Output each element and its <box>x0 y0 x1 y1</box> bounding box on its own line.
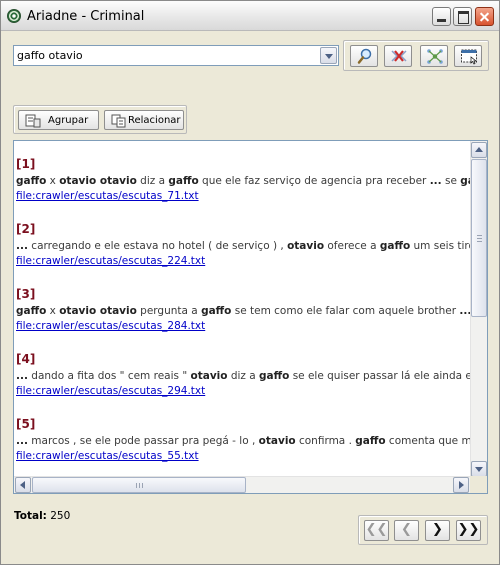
pager: ❮❮ ❮ ❯ ❯❯ <box>358 515 488 545</box>
result-number: [2] <box>16 222 36 236</box>
results-list: [1] gaffo x otavio otavio diz a gaffo que… <box>16 143 470 476</box>
total-label: Total: <box>14 510 47 522</box>
snippet-text: x <box>46 305 60 317</box>
highlighted-term: ... <box>459 305 470 317</box>
scroll-left-icon[interactable] <box>15 477 31 493</box>
result-file-link[interactable]: file:crawler/escutas/escutas_294.txt <box>16 385 470 397</box>
results-panel[interactable]: [1] gaffo x otavio otavio diz a gaffo que… <box>13 140 488 494</box>
total-value: 250 <box>50 510 71 522</box>
result-item: [3] gaffo x otavio otavio pergunta a gaff… <box>16 287 470 332</box>
relate-icon <box>111 114 126 128</box>
group-icon <box>25 114 41 128</box>
highlighted-term: otavio <box>287 240 325 252</box>
clear-button[interactable] <box>384 45 412 67</box>
app-window: Ariadne - Criminal gaffo otavio Agrupar … <box>0 0 500 565</box>
highlighted-term: gaffo <box>355 435 386 447</box>
snippet-text: marcos , se ele pode passar pra pegá - l… <box>27 435 259 447</box>
result-item: [1] gaffo x otavio otavio diz a gaffo que… <box>16 157 470 202</box>
action-toolbar: Agrupar Relacionar <box>13 105 187 134</box>
snippet-text: se ele quiser passar lá ele ainda está <box>289 370 470 382</box>
snippet-text: diz a <box>227 370 260 382</box>
highlighted-term: gaffo <box>379 240 411 252</box>
first-page-button[interactable]: ❮❮ <box>364 520 389 541</box>
highlighted-term: gaffo <box>168 175 199 187</box>
window-title: Ariadne - Criminal <box>27 9 145 24</box>
result-snippet: gaffo x otavio otavio pergunta a gaffo s… <box>16 305 470 317</box>
highlighted-term: ... <box>16 240 28 252</box>
scroll-up-icon[interactable] <box>471 142 487 158</box>
relate-button-label: Relacionar <box>128 115 181 126</box>
highlighted-term: gaffo <box>259 370 290 382</box>
highlighted-term: otavio otavio <box>59 175 137 187</box>
highlighted-term: otavio <box>258 435 296 447</box>
result-item: [4]... dando a fita dos " cem reais " ot… <box>16 352 470 397</box>
result-item: [2]... carregando e ele estava no hotel … <box>16 222 470 267</box>
expand-graph-button[interactable] <box>420 45 448 67</box>
expand-graph-icon <box>427 49 443 64</box>
horizontal-scroll-thumb[interactable] <box>32 477 246 493</box>
result-snippet: ... carregando e ele estava no hotel ( d… <box>16 240 470 252</box>
snippet-text: dando a fita dos " cem reais " <box>27 370 191 382</box>
result-number: [4] <box>16 352 36 366</box>
previous-page-button[interactable]: ❮ <box>394 520 419 541</box>
maximize-button[interactable] <box>453 7 472 26</box>
snippet-text: carregando e ele estava no hotel ( de se… <box>27 240 288 252</box>
title-bar[interactable]: Ariadne - Criminal <box>1 1 499 31</box>
result-number: [1] <box>16 157 36 171</box>
chevron-down-icon[interactable] <box>320 47 337 64</box>
snippet-text: que ele faz serviço de agencia pra receb… <box>198 175 430 187</box>
magnifier-icon <box>357 48 372 64</box>
horizontal-scrollbar[interactable] <box>14 476 470 493</box>
search-combo[interactable]: gaffo otavio <box>13 45 339 66</box>
result-file-link[interactable]: file:crawler/escutas/escutas_224.txt <box>16 255 470 267</box>
result-file-link[interactable]: file:crawler/escutas/escutas_71.txt <box>16 190 470 202</box>
snippet-text: oferece a <box>324 240 380 252</box>
scroll-right-icon[interactable] <box>453 477 469 493</box>
snippet-text: pergunta a <box>136 305 202 317</box>
window-select-button[interactable] <box>454 45 482 67</box>
result-snippet: ... dando a fita dos " cem reais " otavi… <box>16 370 470 382</box>
app-logo-icon <box>7 9 21 23</box>
next-page-button[interactable]: ❯ <box>425 520 450 541</box>
vertical-scrollbar[interactable] <box>470 141 487 478</box>
snippet-text: x <box>46 175 60 187</box>
highlighted-term: gaffo <box>460 175 470 187</box>
scroll-corner <box>470 476 487 493</box>
result-number: [5] <box>16 417 36 431</box>
highlighted-term: otavio <box>190 370 228 382</box>
search-input[interactable]: gaffo otavio <box>17 49 83 62</box>
relate-button[interactable]: Relacionar <box>104 110 184 130</box>
result-snippet: ... marcos , se ele pode passar pra pegá… <box>16 435 470 447</box>
minimize-button[interactable] <box>432 7 451 26</box>
search-button[interactable] <box>350 45 378 67</box>
window-select-icon <box>461 49 477 65</box>
snippet-text: um seis tiros ( arma <box>413 240 470 252</box>
scroll-down-icon[interactable] <box>471 461 487 477</box>
highlighted-term: gaffo <box>201 305 232 317</box>
highlighted-term: gaffo <box>16 175 47 187</box>
result-snippet: gaffo x otavio otavio diz a gaffo que el… <box>16 175 470 187</box>
highlighted-term: ... <box>16 370 28 382</box>
highlighted-term: otavio otavio <box>59 305 137 317</box>
last-page-button[interactable]: ❯❯ <box>456 520 481 541</box>
snippet-text: se <box>441 175 461 187</box>
snippet-text: se tem como ele falar com aquele brother <box>231 305 460 317</box>
snippet-text: comenta que marcos o e <box>388 435 470 447</box>
snippet-text: confirma . <box>295 435 356 447</box>
clear-filter-icon <box>391 50 407 62</box>
result-file-link[interactable]: file:crawler/escutas/escutas_55.txt <box>16 450 470 462</box>
highlighted-term: ... <box>16 435 28 447</box>
group-button[interactable]: Agrupar <box>18 110 99 130</box>
result-file-link[interactable]: file:crawler/escutas/escutas_284.txt <box>16 320 470 332</box>
vertical-scroll-thumb[interactable] <box>471 159 487 317</box>
result-item: [5]... marcos , se ele pode passar pra p… <box>16 417 470 462</box>
highlighted-term: gaffo <box>16 305 47 317</box>
close-button[interactable] <box>475 7 494 26</box>
result-number: [3] <box>16 287 36 301</box>
search-toolbar <box>343 40 489 71</box>
snippet-text: diz a <box>136 175 169 187</box>
total-count: Total: 250 <box>14 510 70 522</box>
highlighted-term: ... <box>429 175 442 187</box>
group-button-label: Agrupar <box>48 115 89 126</box>
